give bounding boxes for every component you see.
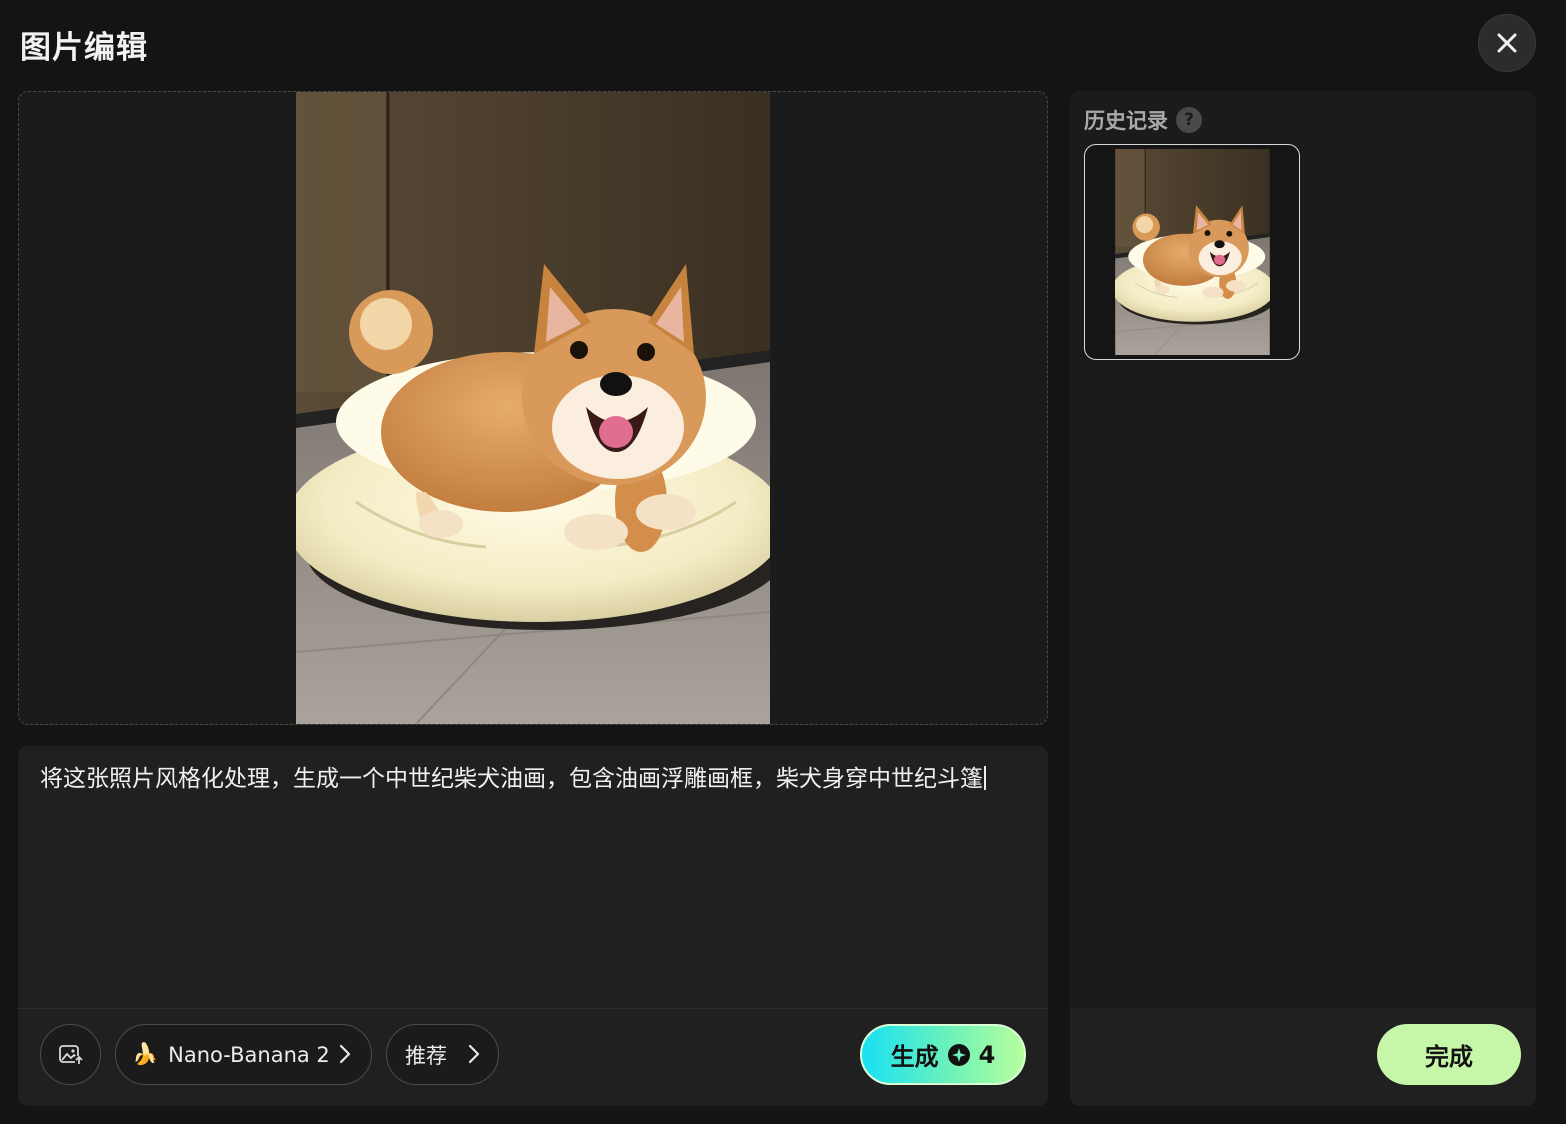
image-upload-icon [58,1044,83,1065]
image-preview-area [18,91,1048,725]
done-button[interactable]: 完成 [1377,1024,1521,1085]
generate-cost: 4 [978,1040,996,1069]
model-label: Nano-Banana 2 [168,1042,330,1067]
chevron-right-icon [468,1044,480,1064]
prompt-input[interactable]: 将这张照片风格化处理，生成一个中世纪柴犬油画，包含油画浮雕画框，柴犬身穿中世纪斗… [40,766,1030,1006]
credit-icon [947,1043,970,1066]
recommend-label: 推荐 [405,1043,447,1068]
upload-image-button[interactable] [40,1024,101,1085]
history-footer: 完成 [1070,1008,1536,1106]
close-icon [1497,33,1517,53]
preview-image [296,92,770,724]
chevron-right-icon [339,1044,351,1064]
history-header: 历史记录 ? [1084,105,1202,135]
prompt-toolbar: 🍌 Nano-Banana 2 推荐 生成 4 [40,1024,1026,1086]
generate-label: 生成 [890,1043,939,1071]
history-thumbnail-image [1115,149,1270,355]
page-title: 图片编辑 [20,30,148,66]
generate-button[interactable]: 生成 4 [860,1024,1026,1085]
text-caret [984,766,986,790]
history-item[interactable] [1084,144,1300,360]
prompt-panel: 将这张照片风格化处理，生成一个中世纪柴犬油画，包含油画浮雕画框，柴犬身穿中世纪斗… [18,746,1048,1106]
image-edit-dialog: 图片编辑 将这张照片风格化处理，生成一个中世纪柴犬油画，包含油画浮雕画框，柴犬身… [0,0,1566,1124]
divider [18,1008,1048,1009]
help-icon[interactable]: ? [1176,107,1202,133]
banana-icon: 🍌 [132,1042,159,1066]
prompt-text: 将这张照片风格化处理，生成一个中世纪柴犬油画，包含油画浮雕画框，柴犬身穿中世纪斗… [40,766,983,792]
history-title: 历史记录 [1084,109,1168,133]
recommend-button[interactable]: 推荐 [386,1024,499,1085]
model-selector[interactable]: 🍌 Nano-Banana 2 [115,1024,372,1085]
close-button[interactable] [1478,14,1536,72]
history-panel: 历史记录 ? 完成 [1070,91,1536,1106]
